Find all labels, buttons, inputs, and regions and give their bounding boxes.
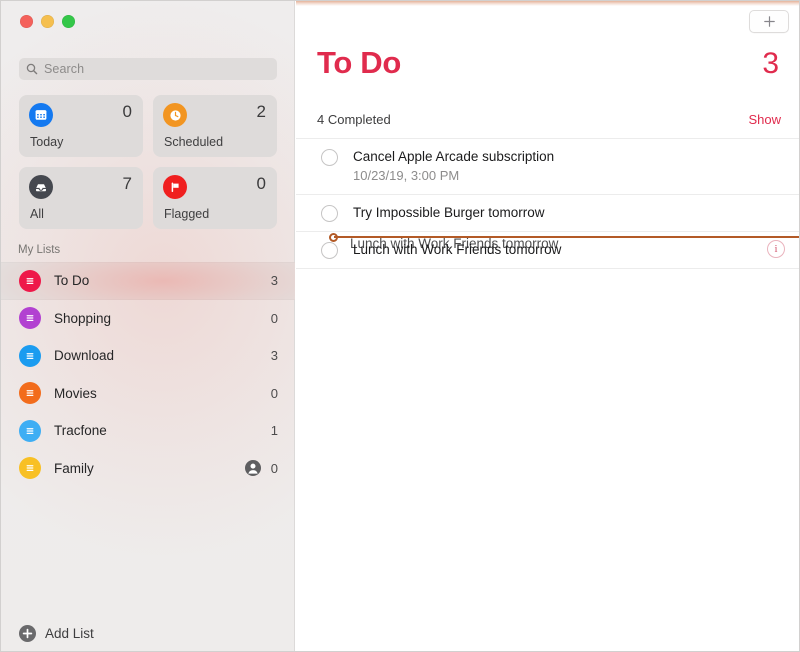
zoom-window-button[interactable] <box>62 15 75 28</box>
list-row-right: 0 <box>270 311 278 326</box>
completed-count-label: 4 Completed <box>317 112 391 127</box>
smart-list-flagged[interactable]: 0 Flagged <box>153 167 277 229</box>
smart-list-label: All <box>30 207 44 221</box>
list-row-right: 1 <box>270 423 278 438</box>
list-bullet-icon <box>19 382 41 405</box>
my-lists: To Do 3 Shopping 0 Download 3 Movies 0 T… <box>1 262 295 487</box>
reminders-list: Cancel Apple Arcade subscription 10/23/1… <box>296 138 799 269</box>
plus-icon <box>763 16 775 27</box>
sidebar-item-shopping[interactable]: Shopping 0 <box>1 300 295 338</box>
page-title: To Do <box>317 45 402 80</box>
smart-list-count: 0 <box>256 174 266 193</box>
smart-list-label: Today <box>30 135 64 149</box>
sidebar-item-label: Shopping <box>54 310 112 326</box>
sidebar-item-family[interactable]: Family 0 <box>1 450 295 488</box>
search-input[interactable]: Search <box>19 58 277 80</box>
add-reminder-button[interactable] <box>749 10 789 33</box>
smart-list-scheduled[interactable]: 2 Scheduled <box>153 95 277 157</box>
sidebar-item-download[interactable]: Download 3 <box>1 337 295 375</box>
list-bullet-icon <box>19 269 41 292</box>
list-count: 0 <box>270 460 278 476</box>
sidebar-item-label: Download <box>54 348 115 364</box>
smart-list-label: Flagged <box>164 207 210 221</box>
search-icon <box>26 63 38 75</box>
my-lists-header: My Lists <box>18 244 61 256</box>
search-placeholder: Search <box>44 62 85 76</box>
smart-lists-grid: 0 Today 2 Scheduled 7 All 0 Flagged <box>19 95 277 229</box>
list-count: 3 <box>270 348 278 364</box>
window-controls <box>20 15 75 28</box>
reminder-checkbox[interactable] <box>321 205 338 222</box>
sidebar-item-label: Movies <box>54 385 97 401</box>
minimize-window-button[interactable] <box>41 15 54 28</box>
list-bullet-icon <box>19 344 41 367</box>
smart-list-count: 0 <box>122 102 132 121</box>
list-count: 0 <box>270 310 278 326</box>
reminder-row[interactable]: Cancel Apple Arcade subscription 10/23/1… <box>296 138 799 194</box>
reminder-checkbox[interactable] <box>321 242 338 259</box>
smart-list-all[interactable]: 7 All <box>19 167 143 229</box>
list-row-right: 0 <box>245 460 278 477</box>
reminder-due-date: 10/23/19, 3:00 PM <box>353 168 460 183</box>
smart-list-count: 7 <box>122 174 132 193</box>
list-row-right: 0 <box>270 386 278 401</box>
list-row-right: 3 <box>270 348 278 363</box>
reminder-checkbox[interactable] <box>321 149 338 166</box>
page-title-count: 3 <box>762 47 779 80</box>
calendar-icon <box>29 103 53 127</box>
list-row-right: 3 <box>270 273 278 288</box>
reminders-window: Search 0 Today 2 Scheduled 7 All 0 Flagg… <box>0 0 800 652</box>
clock-icon <box>163 103 187 127</box>
sidebar-item-tracfone[interactable]: Tracfone 1 <box>1 412 295 450</box>
shared-list-person-icon[interactable] <box>245 460 261 477</box>
sidebar-item-label: To Do <box>54 273 90 289</box>
reminder-detail-pane: To Do 3 4 Completed Show Cancel Apple Ar… <box>296 1 799 651</box>
close-window-button[interactable] <box>20 15 33 28</box>
drag-top-highlight <box>296 1 799 6</box>
sidebar-item-label: Family <box>54 460 94 476</box>
add-list-button[interactable]: Add List <box>19 625 94 642</box>
smart-list-label: Scheduled <box>164 135 224 149</box>
sidebar: Search 0 Today 2 Scheduled 7 All 0 Flagg… <box>1 1 295 651</box>
reminder-title: Try Impossible Burger tomorrow <box>353 205 545 220</box>
sidebar-item-label: Tracfone <box>54 423 107 439</box>
add-list-label: Add List <box>45 626 94 641</box>
sidebar-item-movies[interactable]: Movies 0 <box>1 375 295 413</box>
smart-list-today[interactable]: 0 Today <box>19 95 143 157</box>
show-completed-button[interactable]: Show <box>748 112 781 127</box>
list-count: 0 <box>270 385 278 401</box>
reminder-title: Lunch with Work Friends tomorrow <box>353 242 562 257</box>
reminder-info-icon[interactable]: i <box>767 240 785 258</box>
completed-bar: 4 Completed Show <box>317 112 781 127</box>
reminder-title: Cancel Apple Arcade subscription <box>353 149 555 164</box>
list-bullet-icon <box>19 457 41 480</box>
sidebar-item-to-do[interactable]: To Do 3 <box>1 262 295 300</box>
list-count: 1 <box>270 423 278 439</box>
inbox-icon <box>29 175 53 199</box>
list-count: 3 <box>270 273 278 289</box>
smart-list-count: 2 <box>256 102 266 121</box>
list-bullet-icon <box>19 307 41 330</box>
reminder-row[interactable]: Lunch with Work Friends tomorrow i Lunch… <box>296 231 799 269</box>
plus-circle-icon <box>19 625 36 642</box>
list-bullet-icon <box>19 419 41 442</box>
reminder-row[interactable]: Try Impossible Burger tomorrow <box>296 194 799 231</box>
flag-icon <box>163 175 187 199</box>
